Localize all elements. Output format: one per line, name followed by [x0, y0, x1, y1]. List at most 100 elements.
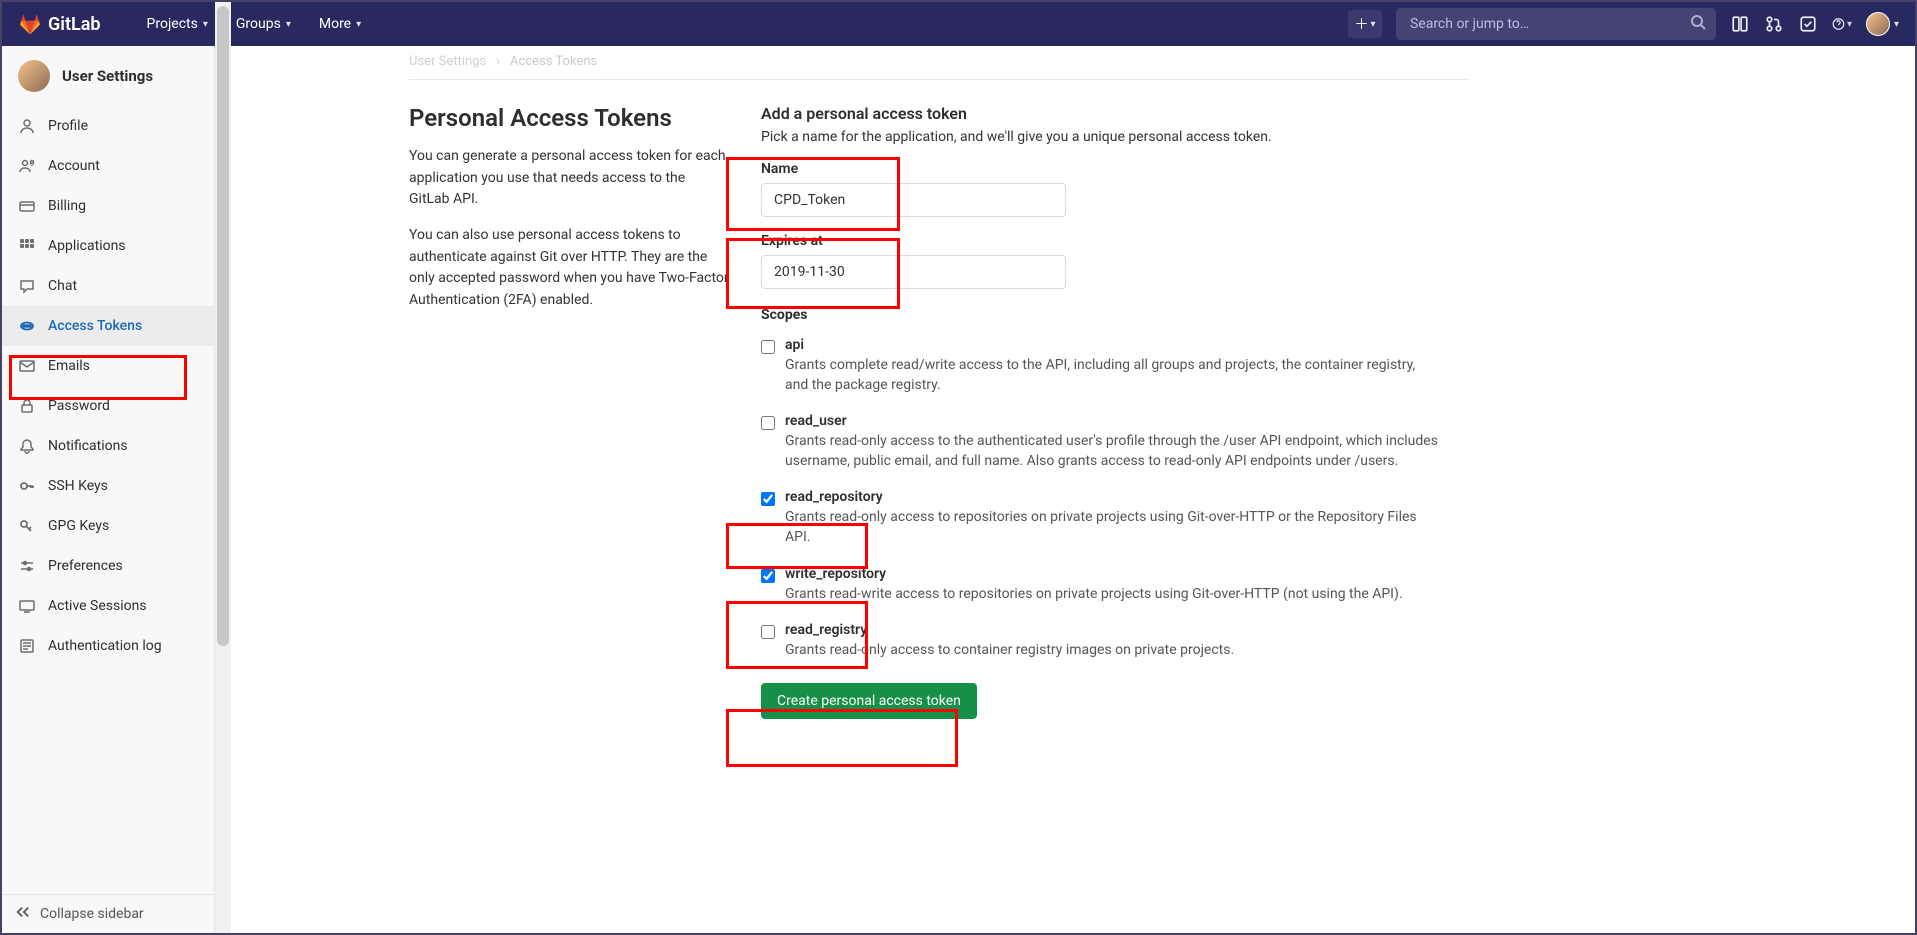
- billing-icon: [18, 197, 36, 215]
- scope-label: read_registry: [785, 622, 1234, 638]
- nav-groups[interactable]: Groups▾: [222, 2, 305, 46]
- nav-more[interactable]: More▾: [305, 2, 375, 46]
- scope-checkbox-write_repository[interactable]: [761, 569, 775, 583]
- nav-projects[interactable]: Projects▾: [133, 2, 222, 46]
- search-input[interactable]: [1396, 8, 1716, 40]
- ssh-icon: [18, 477, 36, 495]
- new-menu-button[interactable]: ＋▾: [1348, 10, 1382, 38]
- emails-icon: [18, 357, 36, 375]
- main-content: User Settings›Access Tokens Personal Acc…: [231, 46, 1915, 933]
- chevron-left-icon: [16, 905, 30, 923]
- sidebar: User Settings Profile Account Billing Appli…: [2, 46, 215, 933]
- plus-icon: ＋: [1354, 14, 1368, 34]
- sidebar-item-auth[interactable]: Authentication log: [2, 626, 214, 666]
- scopes-label: Scopes: [761, 307, 1441, 323]
- scope-desc: Grants read-only access to the authentic…: [785, 432, 1441, 471]
- sidebar-item-label: Account: [48, 158, 100, 174]
- create-token-button[interactable]: Create personal access token: [761, 683, 977, 719]
- scope-read_repository: read_repository Grants read-only access t…: [761, 489, 1441, 547]
- top-navbar: GitLab Projects▾ Groups▾ More▾ ＋▾ ▾ ▾: [2, 2, 1915, 46]
- chevron-down-icon: ▾: [286, 19, 291, 30]
- avatar: [1866, 12, 1890, 36]
- pref-icon: [18, 557, 36, 575]
- sidebar-item-ssh[interactable]: SSH Keys: [2, 466, 214, 506]
- sidebar-item-gpg[interactable]: GPG Keys: [2, 506, 214, 546]
- scope-label: read_repository: [785, 489, 1441, 505]
- sidebar-item-sessions[interactable]: Active Sessions: [2, 586, 214, 626]
- scope-checkbox-read_registry[interactable]: [761, 625, 775, 639]
- chevron-down-icon: ▾: [356, 19, 361, 30]
- sidebar-item-apps[interactable]: Applications: [2, 226, 214, 266]
- sidebar-item-label: SSH Keys: [48, 478, 108, 494]
- sidebar-item-label: Profile: [48, 118, 88, 134]
- sidebar-item-label: GPG Keys: [48, 518, 109, 534]
- sidebar-title: User Settings: [62, 67, 153, 85]
- page-title: Personal Access Tokens: [409, 104, 729, 132]
- scope-checkbox-read_user[interactable]: [761, 416, 775, 430]
- profile-icon: [18, 117, 36, 135]
- auth-icon: [18, 637, 36, 655]
- gitlab-logo[interactable]: GitLab: [18, 12, 101, 36]
- sidebar-item-account[interactable]: Account: [2, 146, 214, 186]
- scope-label: write_repository: [785, 566, 1403, 582]
- sidebar-item-pref[interactable]: Preferences: [2, 546, 214, 586]
- chevron-down-icon: ▾: [1370, 19, 1375, 30]
- expires-input[interactable]: [761, 255, 1066, 289]
- user-menu[interactable]: ▾: [1866, 12, 1899, 36]
- sidebar-item-label: Preferences: [48, 558, 123, 574]
- page-desc-1: You can generate a personal access token…: [409, 146, 729, 211]
- scope-desc: Grants read-write access to repositories…: [785, 585, 1403, 605]
- sidebar-item-label: Emails: [48, 358, 90, 374]
- sidebar-item-billing[interactable]: Billing: [2, 186, 214, 226]
- sidebar-item-notif[interactable]: Notifications: [2, 426, 214, 466]
- sidebar-item-label: Notifications: [48, 438, 128, 454]
- collapse-sidebar[interactable]: Collapse sidebar: [2, 894, 214, 933]
- sidebar-item-password[interactable]: Password: [2, 386, 214, 426]
- scope-label: read_user: [785, 413, 1441, 429]
- breadcrumb: User Settings›Access Tokens: [409, 46, 1469, 69]
- scope-label: api: [785, 337, 1441, 353]
- expires-label: Expires at: [761, 233, 1441, 249]
- sidebar-item-label: Authentication log: [48, 638, 162, 654]
- account-icon: [18, 157, 36, 175]
- tokens-icon: [18, 317, 36, 335]
- sidebar-item-emails[interactable]: Emails: [2, 346, 214, 386]
- scope-checkbox-read_repository[interactable]: [761, 492, 775, 506]
- merge-requests-icon[interactable]: [1764, 14, 1784, 34]
- sidebar-header: User Settings: [2, 46, 214, 106]
- todos-icon[interactable]: [1798, 14, 1818, 34]
- notif-icon: [18, 437, 36, 455]
- scope-read_registry: read_registryGrants read-only access to …: [761, 622, 1441, 661]
- sidebar-item-label: Active Sessions: [48, 598, 147, 614]
- password-icon: [18, 397, 36, 415]
- scope-write_repository: write_repository Grants read-write access…: [761, 566, 1441, 605]
- chevron-down-icon: ▾: [203, 19, 208, 30]
- page-desc-2: You can also use personal access tokens …: [409, 225, 729, 312]
- scope-api: api Grants complete read/write access to …: [761, 337, 1441, 395]
- sidebar-item-tokens[interactable]: Access Tokens: [2, 306, 214, 346]
- chat-icon: [18, 277, 36, 295]
- sidebar-item-profile[interactable]: Profile: [2, 106, 214, 146]
- sidebar-item-label: Billing: [48, 198, 86, 214]
- scope-desc: Grants complete read/write access to the…: [785, 356, 1441, 395]
- sidebar-item-label: Applications: [48, 238, 126, 254]
- chevron-down-icon: ▾: [1894, 19, 1899, 30]
- sidebar-item-chat[interactable]: Chat: [2, 266, 214, 306]
- sessions-icon: [18, 597, 36, 615]
- name-input[interactable]: [761, 183, 1066, 217]
- sidebar-scrollbar[interactable]: [215, 2, 231, 933]
- issues-icon[interactable]: [1730, 14, 1750, 34]
- avatar: [18, 60, 50, 92]
- help-icon[interactable]: ▾: [1832, 14, 1852, 34]
- sidebar-item-label: Password: [48, 398, 110, 414]
- form-sub: Pick a name for the application, and we'…: [761, 129, 1441, 145]
- name-label: Name: [761, 161, 1441, 177]
- apps-icon: [18, 237, 36, 255]
- sidebar-item-label: Access Tokens: [48, 318, 142, 334]
- brand-text: GitLab: [48, 14, 101, 35]
- search-icon: [1690, 14, 1706, 34]
- scope-desc: Grants read-only access to repositories …: [785, 508, 1441, 547]
- gpg-icon: [18, 517, 36, 535]
- scope-checkbox-api[interactable]: [761, 340, 775, 354]
- scope-read_user: read_user Grants read-only access to the …: [761, 413, 1441, 471]
